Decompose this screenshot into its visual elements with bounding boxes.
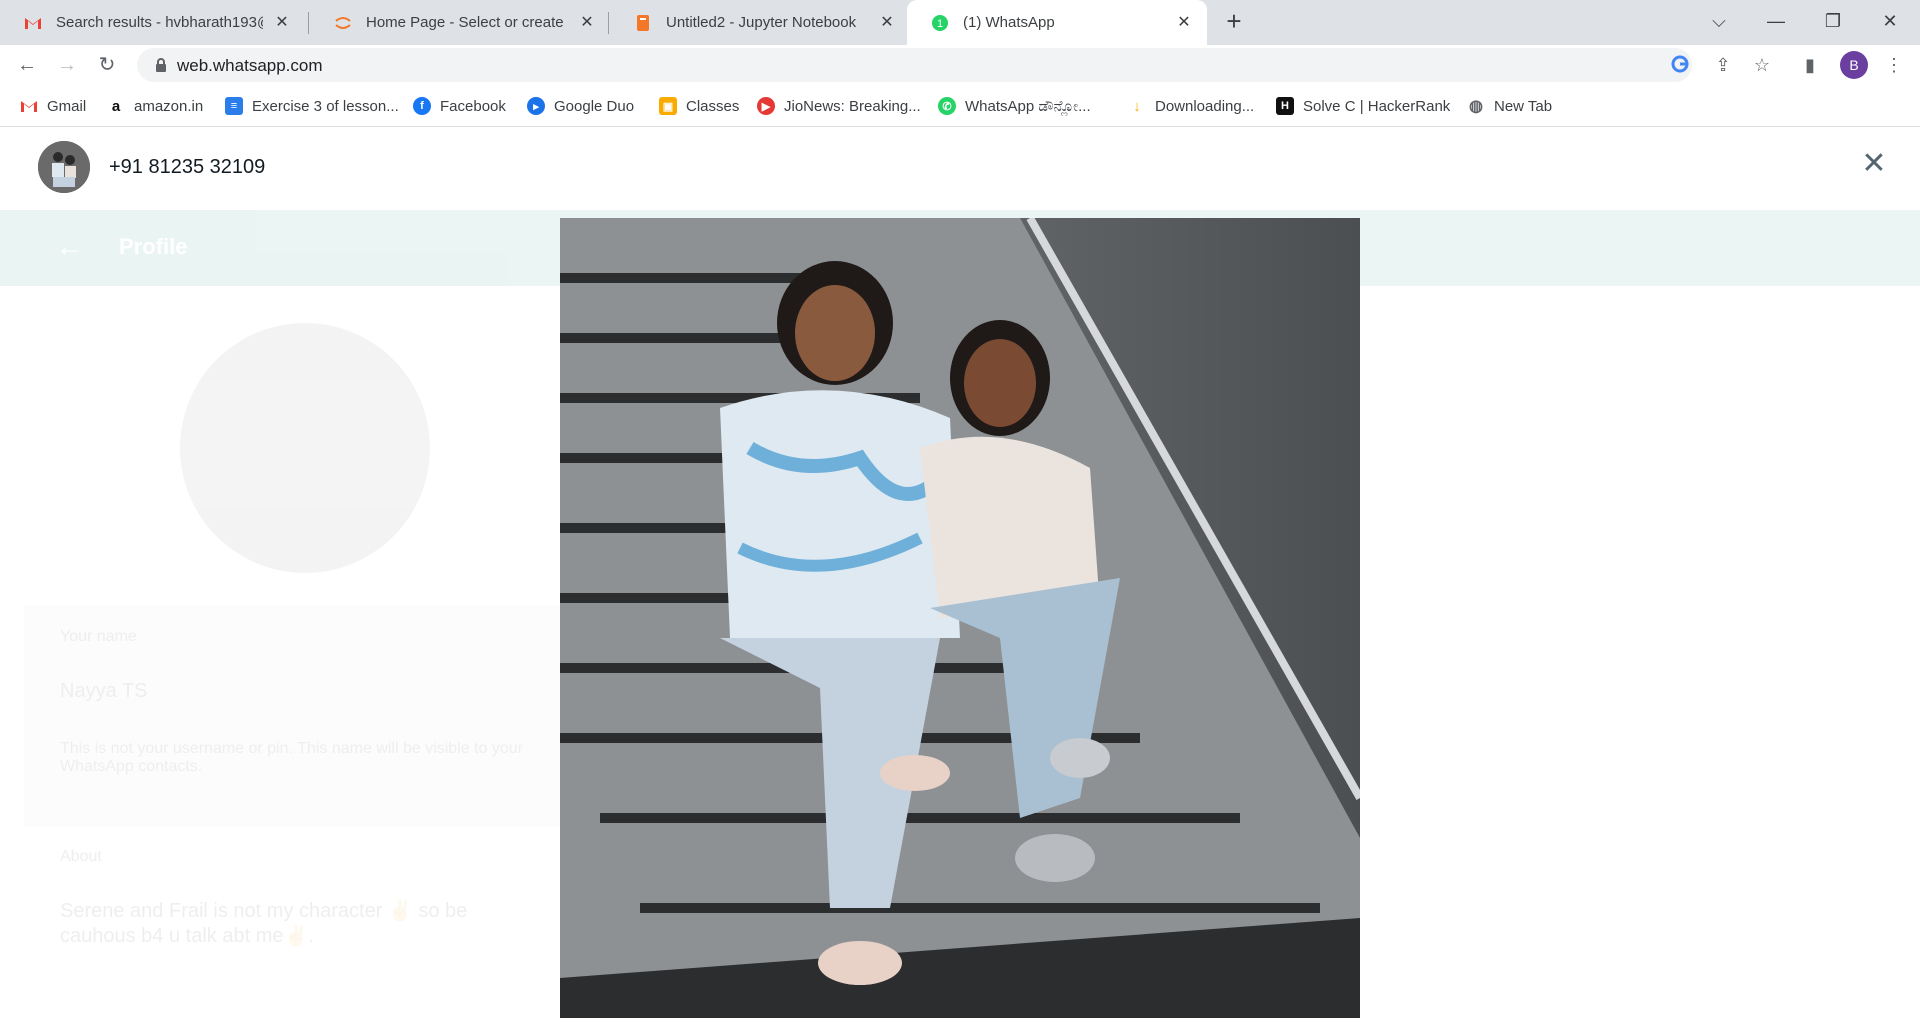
browser-toolbar: ← → ↻ web.whatsapp.com ⇪ ☆ ▮ B ⋮ [0, 45, 1920, 85]
tab-title: Home Page - Select or create a n [366, 14, 568, 31]
tab-title: Untitled2 - Jupyter Notebook [666, 14, 857, 31]
about-label: About [60, 848, 102, 865]
side-panel-icon[interactable]: ▮ [1800, 55, 1820, 75]
bookmark-jionews[interactable]: ▶ JioNews: Breaking... [757, 95, 921, 117]
bookmark-label: Exercise 3 of lesson... [252, 97, 399, 115]
bookmark-label: New Tab [1494, 97, 1553, 115]
tab-jupyter-home[interactable]: Home Page - Select or create a n ✕ [310, 0, 610, 45]
whatsapp-page: ← Profile Your name Nayya TS This is not… [0, 128, 1920, 1030]
more-menu-icon[interactable]: ⋮ [1884, 55, 1904, 75]
tab-title: Search results - hvbharath193@g [56, 14, 263, 31]
name-value: Nayya TS [60, 680, 148, 702]
google-icon[interactable] [1670, 55, 1690, 75]
close-tab-icon[interactable]: ✕ [878, 14, 896, 32]
notebook-icon [634, 14, 652, 32]
exercise-icon: ≡ [225, 97, 243, 115]
bookmark-amazon[interactable]: a amazon.in [107, 95, 203, 117]
new-tab-button[interactable]: + [1220, 8, 1248, 36]
bookmark-star-icon[interactable]: ☆ [1752, 55, 1772, 75]
bookmark-label: JioNews: Breaking... [784, 97, 921, 115]
bookmark-classes[interactable]: ▣ Classes [659, 95, 739, 117]
bookmark-facebook[interactable]: f Facebook [413, 95, 506, 117]
profile-avatar[interactable]: B [1840, 51, 1868, 79]
tab-separator [308, 12, 309, 34]
bookmark-label: Classes [686, 97, 740, 115]
amazon-icon: a [111, 97, 121, 115]
address-bar[interactable]: web.whatsapp.com [137, 48, 1692, 82]
bookmark-hackerrank[interactable]: H Solve C | HackerRank [1276, 95, 1450, 117]
tab-gmail[interactable]: Search results - hvbharath193@g ✕ [0, 0, 305, 45]
whatsapp-icon: ✆ [938, 97, 956, 115]
close-tab-icon[interactable]: ✕ [273, 14, 291, 32]
duo-icon: ▸ [527, 97, 545, 115]
gmail-icon [24, 14, 42, 32]
gmail-icon [20, 97, 38, 115]
tab-whatsapp[interactable]: 1 (1) WhatsApp ✕ [907, 0, 1207, 45]
profile-photo-enlarged [560, 218, 1360, 1018]
contact-name: +91 81235 32109 [109, 156, 266, 178]
bookmark-label: Facebook [440, 97, 506, 115]
about-value: Serene and Frail is not my character ✌️ … [60, 900, 468, 947]
your-name-label: Your name [60, 628, 137, 645]
close-tab-icon[interactable]: ✕ [578, 14, 596, 32]
tab-separator [608, 12, 609, 34]
bookmark-gmail[interactable]: Gmail [20, 95, 86, 117]
tab-title: (1) WhatsApp [963, 14, 1055, 31]
bookmark-label: Solve C | HackerRank [1303, 97, 1451, 115]
bookmark-exercise[interactable]: ≡ Exercise 3 of lesson... [225, 95, 399, 117]
tab-strip: Search results - hvbharath193@g ✕ Home P… [0, 0, 1920, 45]
download-icon: ↓ [1133, 97, 1141, 115]
close-icon[interactable]: ✕ [1858, 148, 1890, 180]
facebook-icon: f [413, 97, 431, 115]
lock-icon[interactable] [154, 57, 170, 73]
whatsapp-icon: 1 [931, 14, 949, 32]
close-window-button[interactable]: ✕ [1870, 6, 1910, 36]
profile-title: Profile [119, 234, 188, 259]
bookmark-label: Google Duo [554, 97, 635, 115]
tab-search-chevron-icon[interactable]: ⌵ [1699, 6, 1739, 36]
back-button[interactable]: ← [12, 50, 42, 80]
url-text: web.whatsapp.com [177, 56, 323, 75]
jupyter-icon [334, 14, 352, 32]
restore-button[interactable]: ❐ [1813, 6, 1853, 36]
minimize-button[interactable]: — [1756, 6, 1796, 36]
profile-photo [180, 323, 430, 573]
bookmark-label: Downloading... [1155, 97, 1255, 115]
close-tab-icon[interactable]: ✕ [1175, 14, 1193, 32]
bookmark-label: WhatsApp ಡೌನ್ಲೋ... [965, 97, 1091, 115]
hackerrank-icon: H [1276, 97, 1294, 115]
svg-text:1: 1 [937, 18, 943, 30]
bookmark-whatsapp[interactable]: ✆ WhatsApp ಡೌನ್ಲೋ... [938, 95, 1091, 117]
reload-button[interactable]: ↻ [92, 50, 122, 80]
name-hint: This is not your username or pin. This n… [60, 740, 524, 775]
classroom-icon: ▣ [659, 97, 677, 115]
bookmark-label: amazon.in [134, 97, 204, 115]
bookmark-downloading[interactable]: ↓ Downloading... [1128, 95, 1254, 117]
bookmark-duo[interactable]: ▸ Google Duo [527, 95, 634, 117]
share-icon[interactable]: ⇪ [1713, 55, 1733, 75]
forward-button[interactable]: → [52, 50, 82, 80]
jionews-icon: ▶ [757, 97, 775, 115]
bookmarks-bar: Gmail a amazon.in ≡ Exercise 3 of lesson… [0, 85, 1920, 127]
globe-icon: ◍ [1469, 98, 1483, 115]
tab-notebook[interactable]: Untitled2 - Jupyter Notebook ✕ [610, 0, 910, 45]
bookmark-new-tab[interactable]: ◍ New Tab [1467, 95, 1552, 117]
bookmark-label: Gmail [47, 97, 87, 115]
contact-avatar[interactable] [38, 141, 90, 193]
back-arrow-icon: ← [55, 230, 85, 263]
media-viewer-header: +91 81235 32109 ✕ [0, 128, 1920, 210]
